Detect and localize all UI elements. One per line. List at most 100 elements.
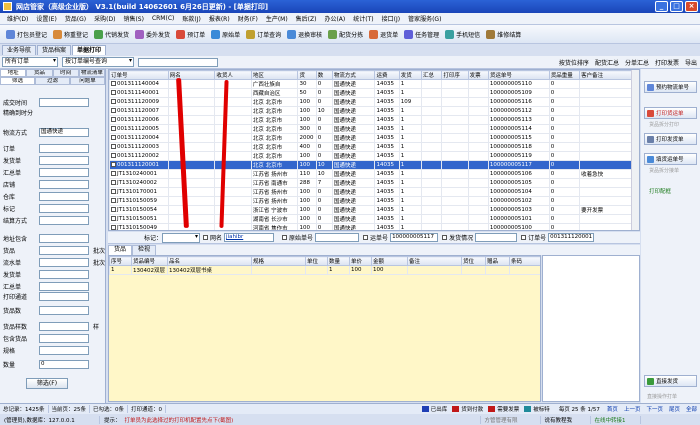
page-nav-link[interactable]: 全部: [683, 405, 700, 413]
filter-action-button[interactable]: 打印发票: [655, 58, 679, 67]
print-shipping-button[interactable]: 打印发货单: [644, 133, 697, 145]
toolbar-button[interactable]: 手机短信: [442, 26, 483, 42]
tab-time[interactable]: 时间: [52, 69, 79, 77]
detail-column-header[interactable]: 品名: [167, 256, 252, 266]
order-row[interactable]: 001311120009 北京 北京市 100 0 国通快递 14035 109 100000…: [109, 97, 639, 107]
toolbar-button[interactable]: 预订单: [173, 26, 208, 42]
page-nav-link[interactable]: 尾页: [666, 405, 683, 413]
order-scope-select[interactable]: 所有订单: [2, 57, 58, 67]
menu-item[interactable]: 设置(E): [32, 14, 60, 23]
toolbar-button[interactable]: 原始单: [208, 26, 243, 42]
menu-item[interactable]: 管家服务(G): [404, 14, 445, 23]
close-button[interactable]: ×: [685, 1, 698, 12]
tracking-field[interactable]: 100000005117: [390, 233, 439, 242]
menu-item[interactable]: 统计(T): [349, 14, 377, 23]
menu-item[interactable]: 办公(A): [320, 14, 349, 23]
detail-column-header[interactable]: 条码: [509, 256, 540, 266]
toolbar-button[interactable]: 配货分拣: [325, 26, 366, 42]
menu-item[interactable]: 销售(S): [119, 14, 148, 23]
tab-detail-inspect[interactable]: 检视: [132, 245, 157, 255]
menu-item[interactable]: 财务(F): [234, 14, 262, 23]
row-checkbox[interactable]: [111, 135, 116, 140]
page-nav-link[interactable]: 首页: [604, 405, 621, 413]
manual-link[interactable]: 说有教程我: [541, 415, 591, 424]
grid-column-header[interactable]: 汇总: [421, 70, 443, 80]
row-checkbox[interactable]: [111, 216, 116, 221]
tab-logistics-list[interactable]: 物流清单: [78, 69, 105, 77]
net-checkbox[interactable]: [203, 235, 209, 240]
detail-column-header[interactable]: 序号: [109, 256, 132, 266]
tab-detail-goods[interactable]: 货品: [108, 245, 133, 255]
filter-field-input[interactable]: [39, 97, 89, 107]
menu-item[interactable]: CRM(C): [148, 15, 178, 22]
filter-field-input[interactable]: [39, 233, 89, 243]
filter-field-input[interactable]: [39, 291, 89, 301]
filter-field-input[interactable]: 国通快递: [39, 127, 89, 137]
page-nav-link[interactable]: 下一页: [643, 405, 666, 413]
order-row[interactable]: JT1310240001 江苏省 扬州市 110 10 国通快递 14035 1 100000…: [109, 169, 639, 179]
grid-column-header[interactable]: 运费: [374, 70, 400, 80]
grid-column-header[interactable]: 发货: [398, 70, 423, 80]
filter-field-input[interactable]: [39, 143, 89, 153]
order-row[interactable]: 001311140001 西藏自治区 50 0 国通快递 14035 1 1000000051…: [109, 88, 639, 98]
filter-field-input[interactable]: [39, 203, 89, 213]
filter-action-button[interactable]: 分单汇总: [625, 58, 649, 67]
row-checkbox[interactable]: [111, 207, 116, 212]
grid-scrollbar[interactable]: [631, 70, 639, 230]
row-checkbox[interactable]: [111, 99, 116, 104]
grid-column-header[interactable]: 打印序: [441, 70, 469, 80]
filter-field-input[interactable]: [39, 167, 89, 177]
tab-goods[interactable]: 货品: [26, 69, 53, 77]
toolbar-button[interactable]: 委外发货: [132, 26, 173, 42]
detail-column-header[interactable]: 备注: [407, 256, 462, 266]
order-row[interactable]: JT1310150054 浙江省 宁波市 100 0 国通快递 14035 1 1000000…: [109, 205, 639, 215]
net-field[interactable]: jiahibr: [224, 233, 275, 242]
menu-item[interactable]: 报表(R): [205, 14, 234, 23]
filter-field-input[interactable]: [39, 269, 89, 279]
detail-column-header[interactable]: 规格: [251, 256, 306, 266]
grid-column-header[interactable]: 网名: [167, 70, 216, 80]
filter-field-input[interactable]: 0: [39, 359, 89, 369]
toolbar-button[interactable]: 称重登记: [50, 26, 91, 42]
row-checkbox[interactable]: [111, 126, 116, 131]
toolbar-button[interactable]: 订单查询: [243, 26, 284, 42]
order-row[interactable]: JT1310150059 江苏省 扬州市 100 0 国通快递 14035 1 1000000…: [109, 196, 639, 206]
detail-column-header[interactable]: 货品编号: [131, 256, 168, 266]
grid-column-header[interactable]: 客户备注: [579, 70, 639, 80]
filter-field-input[interactable]: [39, 179, 89, 189]
order-row[interactable]: 001311140004 广西壮族自 30 0 国通快递 14035 1 1000000051…: [109, 79, 639, 89]
minimize-button[interactable]: _: [655, 1, 668, 12]
row-checkbox[interactable]: [111, 180, 116, 185]
print-waybill-button[interactable]: 打印货运单: [644, 107, 697, 119]
detail-column-header[interactable]: 单价: [349, 256, 372, 266]
filter-action-button[interactable]: 按货位排序: [559, 58, 589, 67]
filter-field-input[interactable]: [39, 321, 89, 331]
toolbar-button[interactable]: 代销发货: [91, 26, 132, 42]
direct-ship-button[interactable]: 直接发货: [644, 375, 697, 387]
row-checkbox[interactable]: [111, 198, 116, 203]
order-row[interactable]: 001311120004 北京 北京市 2000 0 国通快递 14035 1 1000000…: [109, 133, 639, 143]
order-checkbox[interactable]: [521, 235, 527, 240]
menu-item[interactable]: 账款(J): [178, 14, 204, 23]
order-row[interactable]: 001311120001 北京 北京市 100 10 国通快递 14035 1 1000000…: [109, 160, 639, 170]
menu-item[interactable]: 维护(D): [3, 14, 32, 23]
tab-document-print[interactable]: 单据打印: [72, 45, 107, 55]
tracking-checkbox[interactable]: [363, 235, 369, 240]
row-checkbox[interactable]: [111, 117, 116, 122]
grid-column-header[interactable]: 收货人: [214, 70, 252, 80]
grid-column-header[interactable]: 货品重量: [548, 70, 581, 80]
detail-column-header[interactable]: 数量: [327, 256, 350, 266]
grid-column-header[interactable]: 物流方式: [331, 70, 376, 80]
menu-item[interactable]: 售后(Z): [292, 14, 321, 23]
grid-column-header[interactable]: 地区: [250, 70, 299, 80]
tab-address[interactable]: 地址: [0, 69, 27, 77]
ship-status-checkbox[interactable]: [442, 235, 448, 240]
filter-field-input[interactable]: [39, 155, 89, 165]
toolbar-button[interactable]: 打包员登记: [3, 26, 50, 42]
row-checkbox[interactable]: [111, 171, 116, 176]
filter-field-input[interactable]: [39, 333, 89, 343]
menu-item[interactable]: 采购(D): [90, 14, 119, 23]
menu-item[interactable]: 接口(J): [378, 14, 404, 23]
filter-action-button[interactable]: 配货汇总: [595, 58, 619, 67]
tab-business-nav[interactable]: 业务导航: [2, 45, 37, 55]
